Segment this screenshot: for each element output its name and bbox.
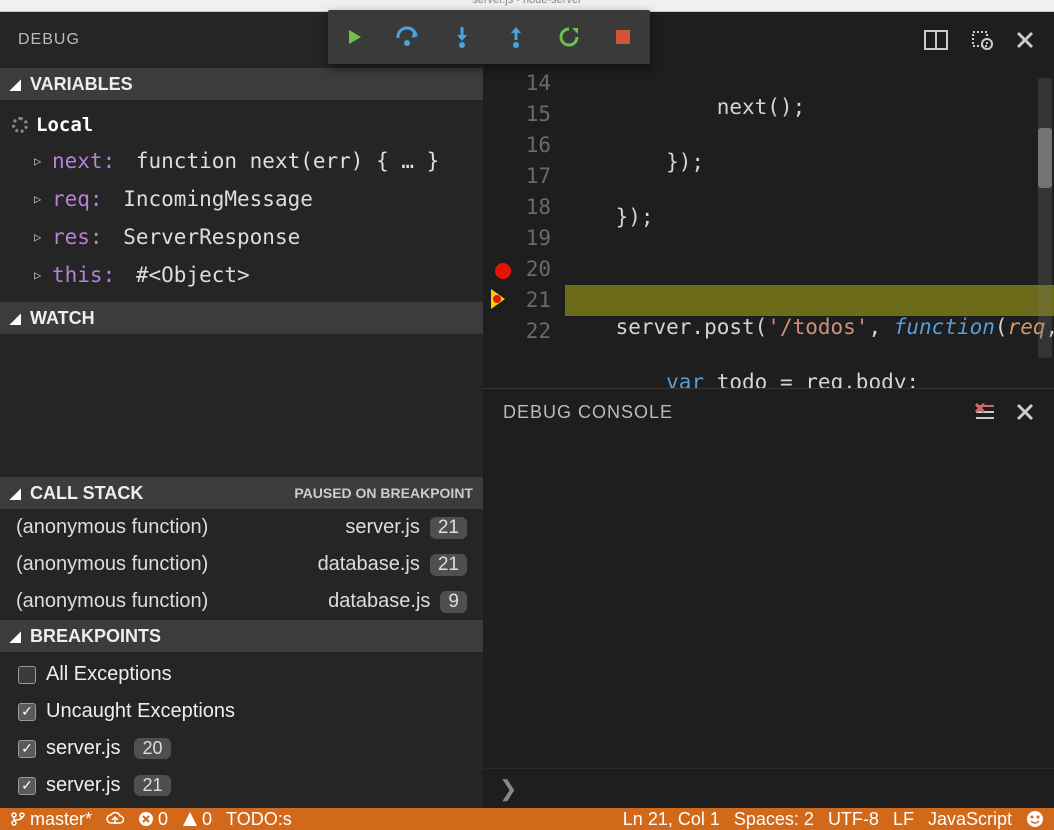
callstack-section-header[interactable]: ◢ CALL STACK PAUSED ON BREAKPOINT	[0, 477, 483, 509]
breakpoint-row[interactable]: ✓Uncaught Exceptions	[0, 693, 483, 730]
checkbox[interactable]	[18, 666, 36, 684]
step-into-button[interactable]	[446, 21, 478, 53]
debug-label: DEBUG	[18, 31, 80, 49]
checkbox-checked[interactable]: ✓	[18, 777, 36, 795]
todos-status[interactable]: TODO:s	[226, 809, 292, 830]
git-branch[interactable]: master*	[10, 809, 92, 830]
cursor-position[interactable]: Ln 21, Col 1	[623, 809, 720, 830]
code-editor[interactable]: 141516171819202122 next(); }); }); serve…	[483, 68, 1054, 388]
variable-row[interactable]: ▷req: IncomingMessage	[12, 180, 483, 218]
indent-setting[interactable]: Spaces: 2	[734, 809, 814, 830]
restart-button[interactable]	[553, 21, 585, 53]
breakpoints-section-header[interactable]: ◢ BREAKPOINTS	[0, 620, 483, 652]
expand-icon: ▷	[34, 154, 48, 168]
toggle-panel-icon[interactable]	[970, 29, 994, 51]
line-numbers: 141516171819202122	[483, 68, 561, 347]
debug-console: DEBUG CONSOLE ❯	[483, 388, 1054, 808]
callstack-body: (anonymous function)server.js21 (anonymo…	[0, 509, 483, 620]
close-editor-icon[interactable]	[1016, 31, 1034, 49]
step-out-button[interactable]	[500, 21, 532, 53]
variable-row[interactable]: ▷res: ServerResponse	[12, 218, 483, 256]
breakpoints-body: All Exceptions ✓Uncaught Exceptions ✓ser…	[0, 652, 483, 808]
cloud-sync-icon	[106, 811, 124, 827]
breakpoint-row[interactable]: ✓server.js20	[0, 730, 483, 767]
debug-console-title: DEBUG CONSOLE	[503, 402, 974, 423]
clear-console-icon[interactable]	[974, 402, 996, 422]
continue-button[interactable]	[339, 21, 371, 53]
branch-icon	[10, 811, 26, 827]
scope-local[interactable]: Local	[12, 108, 483, 142]
debug-toolbar[interactable]	[328, 10, 650, 64]
errors-count[interactable]: 0	[138, 809, 168, 830]
chevron-down-icon: ◢	[10, 485, 26, 502]
debug-console-input[interactable]: ❯	[483, 768, 1054, 808]
variable-row[interactable]: ▷next: function next(err) { … }	[12, 142, 483, 180]
callstack-row[interactable]: (anonymous function)server.js21	[0, 509, 483, 546]
vertical-scrollbar[interactable]	[1038, 78, 1052, 358]
expand-icon: ▷	[34, 192, 48, 206]
chevron-down-icon: ◢	[10, 76, 26, 93]
callstack-row[interactable]: (anonymous function)database.js9	[0, 583, 483, 620]
checkbox-checked[interactable]: ✓	[18, 703, 36, 721]
encoding[interactable]: UTF-8	[828, 809, 879, 830]
pause-status: PAUSED ON BREAKPOINT	[294, 485, 473, 501]
variables-body: Local ▷next: function next(err) { … } ▷r…	[0, 100, 483, 302]
sync-button[interactable]	[106, 811, 124, 827]
status-bar: master* 0 0 TODO:s Ln 21, Col 1 Spaces: …	[0, 808, 1054, 830]
step-over-button[interactable]	[392, 21, 424, 53]
breakpoint-row[interactable]: ✓server.js21	[0, 767, 483, 804]
breakpoint-row[interactable]: All Exceptions	[0, 656, 483, 693]
watch-body	[0, 334, 483, 477]
warning-icon	[182, 811, 198, 827]
warnings-count[interactable]: 0	[182, 809, 212, 830]
loading-spinner-icon	[12, 117, 28, 133]
stop-button[interactable]	[607, 21, 639, 53]
checkbox-checked[interactable]: ✓	[18, 740, 36, 758]
variable-row[interactable]: ▷this: #<Object>	[12, 256, 483, 294]
expand-icon: ▷	[34, 268, 48, 282]
error-icon	[138, 811, 154, 827]
close-console-icon[interactable]	[1016, 403, 1034, 421]
expand-icon: ▷	[34, 230, 48, 244]
debug-sidebar: DEBUG Launch ◢ VARIABLES Local ▷next: fu…	[0, 12, 483, 808]
chevron-down-icon: ◢	[10, 310, 26, 327]
debug-console-output[interactable]	[483, 435, 1054, 768]
feedback-icon[interactable]	[1026, 810, 1044, 828]
watch-section-header[interactable]: ◢ WATCH	[0, 302, 483, 334]
variables-section-header[interactable]: ◢ VARIABLES	[0, 68, 483, 100]
callstack-row[interactable]: (anonymous function)database.js21	[0, 546, 483, 583]
eol[interactable]: LF	[893, 809, 914, 830]
chevron-down-icon: ◢	[10, 628, 26, 645]
language-mode[interactable]: JavaScript	[928, 809, 1012, 830]
split-editor-icon[interactable]	[924, 30, 948, 50]
editor-panel: 141516171819202122 next(); }); }); serve…	[483, 12, 1054, 808]
chevron-right-icon: ❯	[499, 776, 517, 802]
code-content[interactable]: next(); }); }); server.post('/todos', fu…	[565, 68, 1054, 388]
